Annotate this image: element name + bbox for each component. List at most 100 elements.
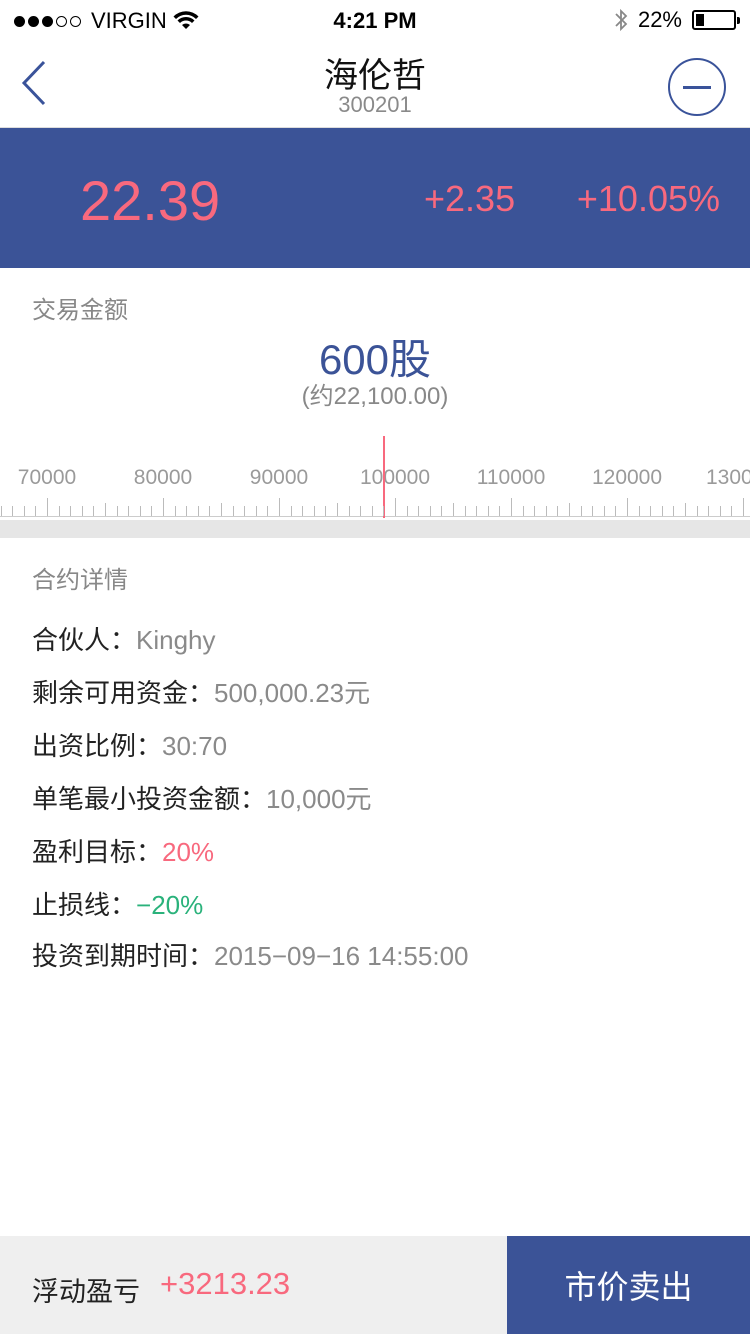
ruler-tick bbox=[244, 506, 246, 516]
bluetooth-icon bbox=[615, 8, 628, 32]
ruler-tick bbox=[279, 498, 280, 516]
detail-label: 剩余可用资金： bbox=[32, 678, 215, 708]
ruler-tick bbox=[174, 506, 176, 516]
ruler-tick bbox=[731, 506, 733, 516]
ruler-tick bbox=[522, 506, 524, 516]
ruler-tick bbox=[105, 503, 106, 516]
trade-amount-label: 交易金额 bbox=[32, 297, 128, 324]
detail-value: 500,000.23元 bbox=[214, 678, 371, 708]
detail-label: 合伙人： bbox=[32, 625, 137, 655]
stock-code: 300201 bbox=[338, 92, 412, 117]
ruler-tick bbox=[47, 498, 48, 516]
ruler-label: 130000 bbox=[706, 466, 750, 489]
ruler-tick bbox=[743, 498, 744, 516]
ruler-tick bbox=[708, 506, 710, 516]
ruler-tick bbox=[627, 498, 628, 516]
ruler-tick bbox=[603, 506, 605, 516]
minus-circle-icon[interactable] bbox=[668, 58, 726, 116]
amount-ruler-slider[interactable]: 130000 120000 110000 100000 90000 80000 70000 bbox=[0, 436, 750, 520]
detail-value: 20% bbox=[162, 837, 215, 867]
ruler-tick bbox=[545, 506, 547, 516]
ruler-tick bbox=[696, 506, 698, 516]
ruler-tick bbox=[569, 503, 570, 516]
ruler-tick bbox=[23, 506, 25, 516]
quote-banner: 22.39 +2.35 +10.05% bbox=[0, 128, 750, 268]
ruler-label: 120000 bbox=[591, 466, 663, 489]
ruler-tick bbox=[453, 503, 454, 516]
ruler-tick bbox=[661, 506, 663, 516]
ruler-baseline bbox=[0, 516, 750, 517]
ruler-tick bbox=[615, 506, 617, 516]
ruler-tick bbox=[116, 506, 118, 516]
detail-label: 止损线： bbox=[32, 890, 137, 920]
ruler-tick bbox=[476, 506, 478, 516]
trade-approx-value: (约22,100.00) bbox=[301, 383, 449, 410]
battery-percent: 22% bbox=[637, 7, 682, 32]
detail-value: −20% bbox=[136, 890, 204, 920]
ruler-label: 70000 bbox=[17, 466, 77, 489]
detail-row: 剩余可用资金：500,000.23元 bbox=[32, 673, 370, 710]
ruler-tick bbox=[255, 506, 257, 516]
detail-value: 2015−09−16 14:55:00 bbox=[214, 941, 469, 971]
section-divider bbox=[0, 520, 750, 538]
detail-value: 10,000元 bbox=[266, 784, 372, 814]
ruler-tick bbox=[313, 506, 315, 516]
ruler-tick bbox=[464, 506, 466, 516]
ruler-tick bbox=[487, 506, 489, 516]
detail-label: 投资到期时间： bbox=[32, 941, 215, 971]
ruler-tick bbox=[638, 506, 640, 516]
ruler-tick bbox=[406, 506, 408, 516]
contract-details-title: 合约详情 bbox=[32, 567, 128, 594]
ruler-tick bbox=[685, 503, 686, 516]
ruler-tick bbox=[290, 506, 292, 516]
ruler-label: 100000 bbox=[359, 466, 431, 489]
detail-label: 单笔最小投资金额： bbox=[32, 784, 267, 814]
ruler-tick bbox=[337, 503, 338, 516]
detail-value: 30:70 bbox=[162, 731, 228, 761]
ruler-tick bbox=[0, 506, 2, 516]
ruler-tick bbox=[383, 506, 385, 516]
market-sell-button[interactable]: 市价卖出 bbox=[507, 1236, 750, 1334]
detail-row: 止损线：−20% bbox=[32, 885, 203, 922]
detail-label: 出资比例： bbox=[32, 731, 163, 761]
ruler-tick bbox=[151, 506, 153, 516]
detail-value: Kinghy bbox=[136, 625, 216, 655]
ruler-tick bbox=[186, 506, 188, 516]
ruler-tick bbox=[371, 506, 373, 516]
ruler-tick bbox=[441, 506, 443, 516]
ruler-tick bbox=[325, 506, 327, 516]
ruler-tick bbox=[221, 503, 222, 516]
floating-pnl: 浮动盈亏 +3213.23 bbox=[0, 1236, 507, 1334]
ruler-tick bbox=[580, 506, 582, 516]
current-price: 22.39 bbox=[80, 169, 221, 232]
detail-row: 投资到期时间：2015−09−16 14:55:00 bbox=[32, 936, 469, 973]
ruler-tick bbox=[81, 506, 83, 516]
ruler-tick bbox=[429, 506, 431, 516]
ruler-tick bbox=[348, 506, 350, 516]
detail-row: 单笔最小投资金额：10,000元 bbox=[32, 779, 372, 816]
ruler-tick bbox=[499, 506, 501, 516]
ruler-tick bbox=[139, 506, 141, 516]
ruler-tick bbox=[592, 506, 594, 516]
ruler-tick bbox=[35, 506, 37, 516]
ruler-tick bbox=[650, 506, 652, 516]
price-change: +2.35 bbox=[424, 178, 516, 219]
ruler-tick bbox=[163, 498, 164, 516]
ruler-tick bbox=[209, 506, 211, 516]
price-change-percent: +10.05% bbox=[576, 178, 720, 219]
ruler-tick bbox=[93, 506, 95, 516]
ruler-tick bbox=[673, 506, 675, 516]
ruler-tick bbox=[557, 506, 559, 516]
ruler-tick bbox=[267, 506, 269, 516]
ruler-tick bbox=[511, 498, 512, 516]
ruler-tick bbox=[128, 506, 130, 516]
ruler-label: 80000 bbox=[133, 466, 193, 489]
battery-icon bbox=[692, 10, 740, 30]
ruler-label: 110000 bbox=[476, 466, 546, 489]
stock-name-title: 海伦哲 bbox=[324, 57, 426, 95]
ruler-tick bbox=[232, 506, 234, 516]
floating-pnl-label: 浮动盈亏 bbox=[32, 1277, 140, 1307]
ruler-tick bbox=[719, 506, 721, 516]
ruler-tick bbox=[418, 506, 420, 516]
detail-row: 出资比例：30:70 bbox=[32, 726, 227, 763]
